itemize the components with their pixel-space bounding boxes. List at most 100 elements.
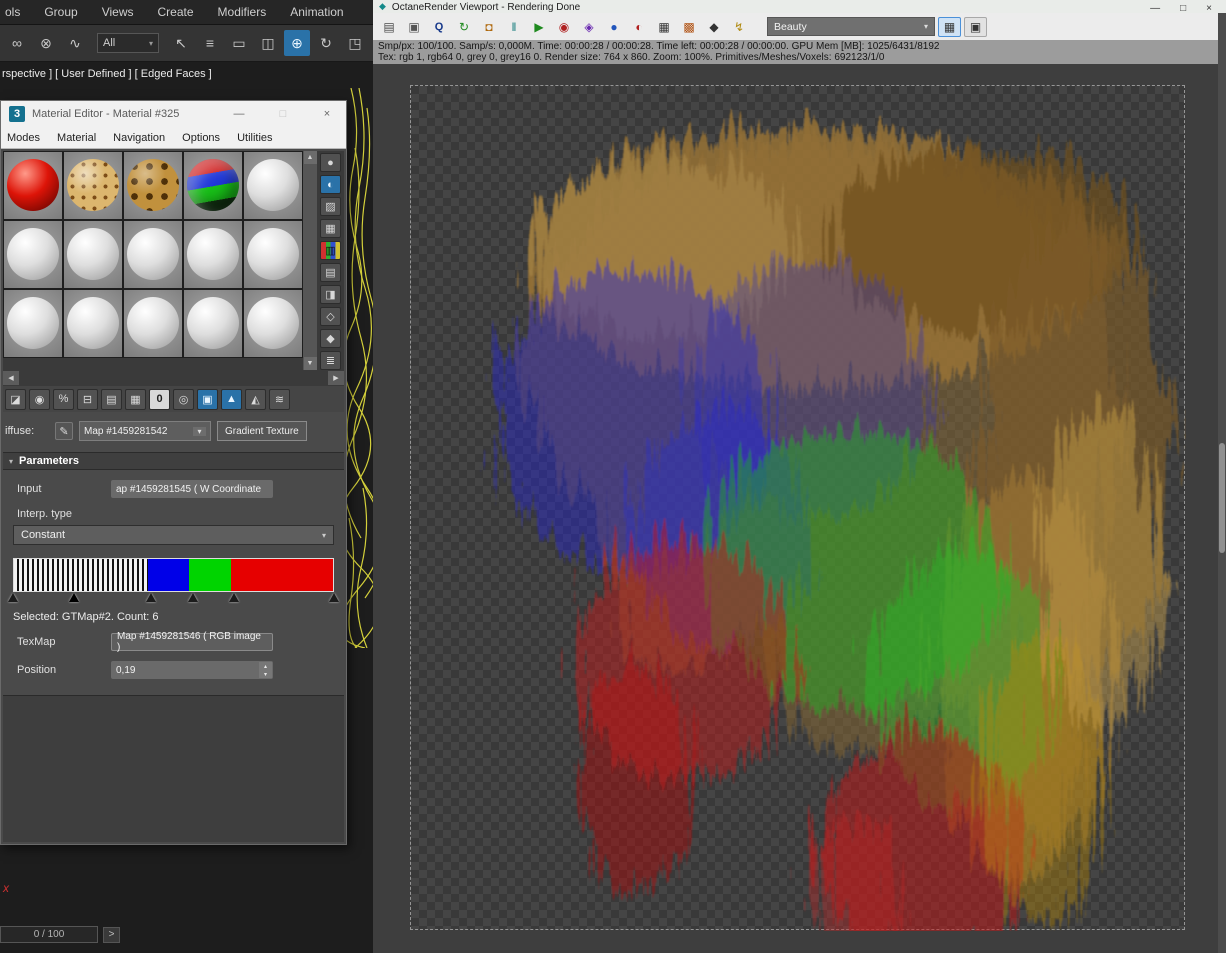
put-material-to-scene-icon[interactable]: ◉ <box>29 388 50 410</box>
white-balance-picker-icon[interactable]: ● <box>603 17 625 37</box>
selection-filter-dropdown[interactable]: All ▾ <box>97 33 159 53</box>
sample-vertical-scrollbar[interactable]: ▲ ▼ <box>303 151 317 370</box>
go-forward-sibling-icon[interactable]: ≋ <box>269 388 290 410</box>
material-sample-slot[interactable] <box>3 289 63 358</box>
restart-render-icon[interactable]: ↻ <box>453 17 475 37</box>
material-sample-slot[interactable] <box>3 151 63 220</box>
select-object-icon[interactable]: ↖ <box>168 30 194 56</box>
material-sample-slot[interactable] <box>3 220 63 289</box>
sample-horizontal-scrollbar[interactable]: ◀ ▶ <box>3 370 344 386</box>
sample-slot-layout-icon[interactable]: ≣ <box>320 351 341 370</box>
priority-icon[interactable]: ↯ <box>728 17 750 37</box>
focus-picker-icon[interactable]: ◉ <box>553 17 575 37</box>
material-sample-slot[interactable] <box>243 289 303 358</box>
gradient-segment-stripes[interactable] <box>14 559 148 591</box>
scroll-up-icon[interactable]: ▲ <box>303 151 317 164</box>
bind-to-space-warp-icon[interactable]: ∿ <box>62 30 88 56</box>
diffuse-map-dropdown[interactable]: Map #1459281542 ▾ <box>79 421 211 441</box>
show-shaded-material-icon[interactable]: ◎ <box>173 388 194 410</box>
material-picker-icon[interactable]: ◈ <box>578 17 600 37</box>
material-sample-slot[interactable] <box>243 220 303 289</box>
material-sample-slot[interactable] <box>123 289 183 358</box>
render-passes-panel-button[interactable]: ▦ <box>938 16 961 37</box>
gradient-flag-selected[interactable] <box>68 593 79 602</box>
scrollbar-thumb[interactable] <box>1219 443 1225 553</box>
show-map-in-viewport-icon[interactable]: ▣ <box>197 388 218 410</box>
menu-material[interactable]: Material <box>57 132 96 144</box>
video-color-check-icon[interactable]: ▥ <box>320 241 341 260</box>
maximize-icon[interactable]: □ <box>1180 3 1186 13</box>
menu-create[interactable]: Create <box>158 5 194 19</box>
gradient-flag[interactable] <box>8 593 18 602</box>
select-and-link-icon[interactable]: ∞ <box>4 30 30 56</box>
pause-render-icon[interactable]: ‖ <box>503 17 525 37</box>
input-map-field[interactable]: ap #1459281545 ( W Coordinate <box>111 480 273 498</box>
viewport-label[interactable]: rspective ] [ User Defined ] [ Edged Fac… <box>2 68 212 80</box>
material-id-channel-icon[interactable]: 0 <box>149 388 170 410</box>
save-image-icon[interactable]: ▤ <box>378 17 400 37</box>
render-film-region[interactable] <box>410 85 1185 931</box>
select-by-name-icon[interactable]: ≡ <box>197 30 223 56</box>
close-icon[interactable]: × <box>320 108 334 120</box>
material-map-navigator-icon[interactable]: ◆ <box>320 329 341 348</box>
sample-type-icon[interactable]: ● <box>320 153 341 172</box>
select-and-rotate-icon[interactable]: ↻ <box>313 30 339 56</box>
menu-utilities[interactable]: Utilities <box>237 132 272 144</box>
menu-modifiers[interactable]: Modifiers <box>218 5 267 19</box>
spinner-up-icon[interactable]: ▴ <box>259 662 272 670</box>
parameters-rollout-header[interactable]: ▾ Parameters <box>3 452 344 470</box>
copy-image-icon[interactable]: ▣ <box>403 17 425 37</box>
window-crossing-icon[interactable]: ◫ <box>255 30 281 56</box>
timeline-frame-field[interactable]: 0 / 100 <box>0 926 98 943</box>
eyedropper-icon[interactable]: ✎ <box>55 422 73 440</box>
gradient-flag[interactable] <box>187 593 198 602</box>
lock-resolution-icon[interactable]: ◘ <box>478 17 500 37</box>
menu-animation[interactable]: Animation <box>290 5 343 19</box>
select-and-move-icon[interactable]: ⊕ <box>284 30 310 56</box>
menu-navigation[interactable]: Navigation <box>113 132 165 144</box>
material-sample-slot[interactable] <box>63 289 123 358</box>
menu-views[interactable]: Views <box>102 5 134 19</box>
material-sample-slot[interactable] <box>183 151 243 220</box>
material-sample-slot[interactable] <box>183 289 243 358</box>
gradient-ramp[interactable] <box>8 558 339 603</box>
render-pass-dropdown[interactable]: Beauty ▾ <box>767 17 935 36</box>
backlight-icon[interactable]: ▨ <box>320 197 341 216</box>
scroll-down-icon[interactable]: ▼ <box>303 357 317 370</box>
select-by-material-icon[interactable]: ◇ <box>320 307 341 326</box>
film-region-icon[interactable]: ▦ <box>653 17 675 37</box>
material-sample-slot[interactable] <box>63 220 123 289</box>
minimize-icon[interactable]: — <box>1150 3 1160 13</box>
material-sample-slot[interactable] <box>243 151 303 220</box>
menu-modes[interactable]: Modes <box>7 132 40 144</box>
unlink-selection-icon[interactable]: ⊗ <box>33 30 59 56</box>
scroll-right-icon[interactable]: ▶ <box>328 371 344 385</box>
position-spinner[interactable]: ▴ ▾ <box>259 662 272 678</box>
map-type-button[interactable]: Gradient Texture <box>217 421 307 441</box>
select-and-scale-icon[interactable]: ◳ <box>342 30 368 56</box>
close-icon[interactable]: × <box>1206 3 1212 13</box>
go-to-parent-icon[interactable]: ◭ <box>245 388 266 410</box>
interp-type-dropdown[interactable]: Constant ▾ <box>13 525 334 545</box>
render-settings-panel-button[interactable]: ▣ <box>964 16 987 37</box>
gradient-bar[interactable] <box>13 558 334 592</box>
get-material-icon[interactable]: ◪ <box>5 388 26 410</box>
octane-render-canvas[interactable] <box>373 64 1218 953</box>
clay-mode-icon[interactable]: ▩ <box>678 17 700 37</box>
gradient-segment-red[interactable] <box>230 559 333 591</box>
material-sample-slot[interactable] <box>183 220 243 289</box>
menu-group[interactable]: Group <box>44 5 77 19</box>
show-background-icon[interactable]: ◐ <box>320 175 341 194</box>
octane-titlebar[interactable]: ◆ OctaneRender Viewport - Rendering Done… <box>373 0 1226 13</box>
gradient-segment-green[interactable] <box>189 559 231 591</box>
scroll-left-icon[interactable]: ◀ <box>3 371 19 385</box>
position-field[interactable]: 0,19 ▴ ▾ <box>111 661 273 679</box>
sample-uv-tiling-icon[interactable]: ▦ <box>320 219 341 238</box>
zoom-quality-icon[interactable]: Q <box>428 17 450 37</box>
assign-material-to-selection-icon[interactable]: % <box>53 388 74 410</box>
subsampling-icon[interactable]: ◆ <box>703 17 725 37</box>
options-icon[interactable]: ◨ <box>320 285 341 304</box>
make-preview-icon[interactable]: ▤ <box>320 263 341 282</box>
gradient-flag[interactable] <box>146 593 157 602</box>
minimize-icon[interactable]: — <box>232 108 246 120</box>
